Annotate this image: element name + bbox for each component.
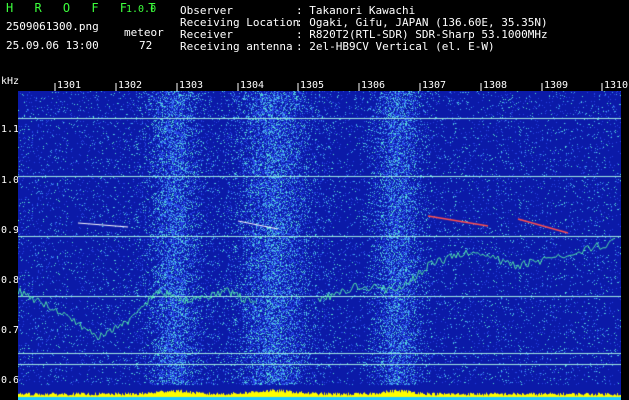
antenna-label: Receiving antenna — [180, 40, 293, 53]
y-tick-label-0-7: 0.7 — [1, 325, 20, 336]
spectrogram-canvas — [18, 91, 621, 400]
y-tick-label-0-6: 0.6 — [1, 375, 20, 386]
y-tick-label-1-0: 1.0 — [1, 175, 20, 186]
header-panel: H R O F F T 1.0.0 2509061300.png 25.09.0… — [0, 0, 629, 75]
y-tick-label-1-1: 1.1 — [1, 124, 20, 135]
antenna-value: : 2el-HB9CV Vertical (el. E-W) — [296, 40, 495, 53]
date-time: 25.09.06 13:00 — [6, 39, 99, 52]
meteor-count: 72 — [139, 39, 153, 52]
y-tick-label-0-8: 0.8 — [1, 275, 20, 286]
y-tick-label-0-9: 0.9 — [1, 225, 20, 236]
meteor-label: meteor — [124, 26, 164, 39]
file-name: 2509061300.png — [6, 20, 99, 33]
app-version: 1.0.0 — [126, 4, 157, 15]
x-axis-ticks — [54, 83, 603, 91]
